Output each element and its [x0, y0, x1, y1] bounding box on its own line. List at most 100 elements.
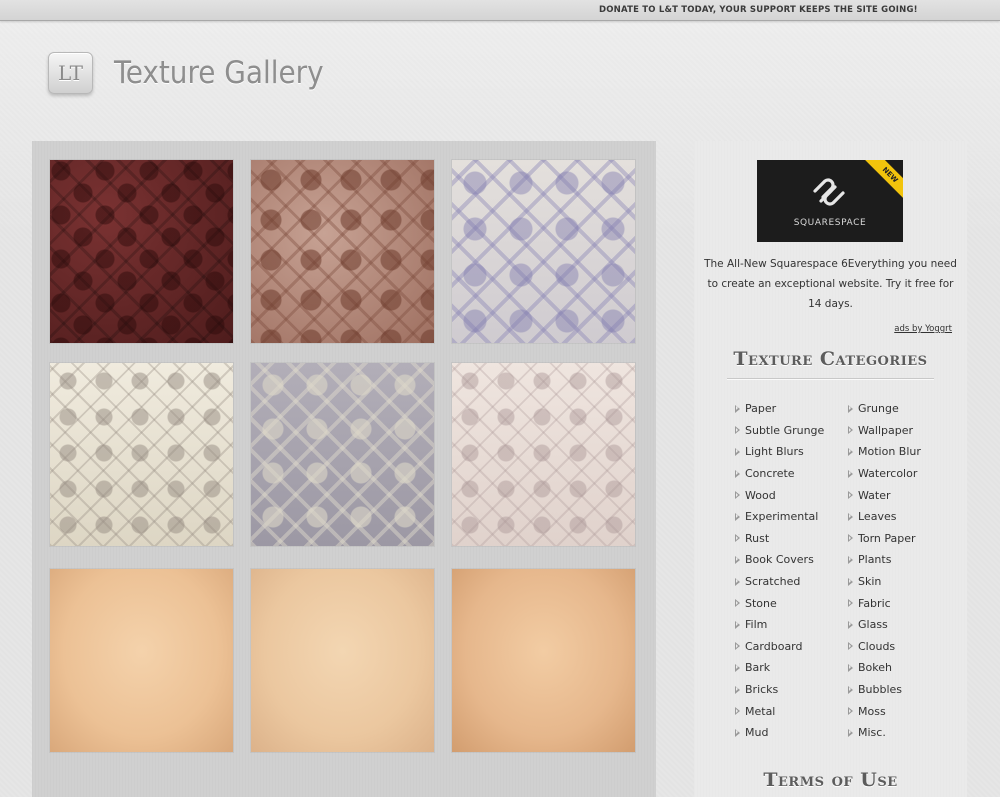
texture-thumbnail-aged-paper-light[interactable] — [251, 569, 434, 752]
category-item-glass[interactable]: Glass — [848, 614, 921, 636]
texture-thumbnail-dark-red-damask[interactable] — [50, 160, 233, 343]
squarespace-ad-banner[interactable]: SQUARESPACE NEW — [757, 160, 903, 242]
triangle-bullet-icon — [848, 491, 853, 500]
category-link[interactable]: Moss — [858, 705, 886, 718]
category-item-paper[interactable]: Paper — [735, 398, 824, 420]
triangle-bullet-icon — [848, 707, 853, 716]
triangle-bullet-icon — [848, 642, 853, 651]
category-list-left: Paper Subtle Grunge Light Blurs Concrete Woo… — [735, 398, 824, 744]
category-item-rust[interactable]: Rust — [735, 528, 824, 550]
triangle-bullet-icon — [848, 685, 853, 694]
category-item-subtle-grunge[interactable]: Subtle Grunge — [735, 420, 824, 442]
texture-thumbnail-lavender-damask[interactable] — [452, 160, 635, 343]
ads-by-link[interactable]: ads by Yoggrt — [894, 324, 952, 334]
category-item-clouds[interactable]: Clouds — [848, 636, 921, 658]
category-item-concrete[interactable]: Concrete — [735, 463, 824, 485]
category-item-bricks[interactable]: Bricks — [735, 679, 824, 701]
category-link[interactable]: Book Covers — [745, 553, 814, 566]
category-item-book-covers[interactable]: Book Covers — [735, 549, 824, 571]
category-link[interactable]: Subtle Grunge — [745, 424, 824, 437]
texture-thumbnail-cream-grey-damask[interactable] — [50, 363, 233, 546]
triangle-bullet-icon — [735, 577, 740, 586]
ad-description[interactable]: The All-New Squarespace 6Everything you … — [702, 254, 959, 314]
category-link[interactable]: Water — [858, 489, 891, 502]
category-item-scratched[interactable]: Scratched — [735, 571, 824, 593]
heading-divider — [727, 378, 934, 379]
triangle-bullet-icon — [735, 707, 740, 716]
category-link[interactable]: Misc. — [858, 726, 886, 739]
texture-thumbnail-grey-violet-damask[interactable] — [251, 363, 434, 546]
texture-thumbnail-rose-brown-damask[interactable] — [251, 160, 434, 343]
category-item-torn-paper[interactable]: Torn Paper — [848, 528, 921, 550]
category-link[interactable]: Scratched — [745, 575, 800, 588]
category-item-film[interactable]: Film — [735, 614, 824, 636]
category-item-leaves[interactable]: Leaves — [848, 506, 921, 528]
category-link[interactable]: Wood — [745, 489, 776, 502]
category-list-right: Grunge Wallpaper Motion Blur Watercolor Wate… — [848, 398, 921, 744]
texture-thumbnail-aged-paper-peach[interactable] — [50, 569, 233, 752]
sidebar: SQUARESPACE NEW The All-New Squarespace … — [694, 141, 967, 797]
triangle-bullet-icon — [735, 620, 740, 629]
category-item-misc[interactable]: Misc. — [848, 722, 921, 744]
triangle-bullet-icon — [735, 426, 740, 435]
category-link[interactable]: Leaves — [858, 510, 896, 523]
donate-link[interactable]: DONATE TO L&T TODAY, YOUR SUPPORT KEEPS … — [599, 5, 918, 15]
triangle-bullet-icon — [735, 728, 740, 737]
category-item-grunge[interactable]: Grunge — [848, 398, 921, 420]
category-link[interactable]: Fabric — [858, 597, 891, 610]
triangle-bullet-icon — [848, 469, 853, 478]
category-item-bark[interactable]: Bark — [735, 657, 824, 679]
triangle-bullet-icon — [735, 685, 740, 694]
category-item-skin[interactable]: Skin — [848, 571, 921, 593]
category-item-motion-blur[interactable]: Motion Blur — [848, 441, 921, 463]
category-link[interactable]: Cardboard — [745, 640, 803, 653]
category-link[interactable]: Stone — [745, 597, 777, 610]
triangle-bullet-icon — [848, 426, 853, 435]
category-link[interactable]: Light Blurs — [745, 445, 804, 458]
category-item-wood[interactable]: Wood — [735, 484, 824, 506]
category-link[interactable]: Clouds — [858, 640, 895, 653]
category-link[interactable]: Motion Blur — [858, 445, 921, 458]
page-title[interactable]: Texture Gallery — [114, 55, 324, 91]
category-item-metal[interactable]: Metal — [735, 700, 824, 722]
category-link[interactable]: Watercolor — [858, 467, 917, 480]
category-item-plants[interactable]: Plants — [848, 549, 921, 571]
category-link[interactable]: Wallpaper — [858, 424, 913, 437]
triangle-bullet-icon — [735, 491, 740, 500]
site-logo[interactable]: LT — [48, 52, 93, 94]
category-link[interactable]: Metal — [745, 705, 775, 718]
category-item-wallpaper[interactable]: Wallpaper — [848, 420, 921, 442]
texture-thumbnail-aged-paper-tan[interactable] — [452, 569, 635, 752]
category-item-moss[interactable]: Moss — [848, 700, 921, 722]
category-link[interactable]: Grunge — [858, 402, 899, 415]
category-link[interactable]: Experimental — [745, 510, 818, 523]
category-item-stone[interactable]: Stone — [735, 592, 824, 614]
category-item-experimental[interactable]: Experimental — [735, 506, 824, 528]
category-item-bubbles[interactable]: Bubbles — [848, 679, 921, 701]
category-item-light-blurs[interactable]: Light Blurs — [735, 441, 824, 463]
category-item-bokeh[interactable]: Bokeh — [848, 657, 921, 679]
triangle-bullet-icon — [848, 663, 853, 672]
category-link[interactable]: Film — [745, 618, 767, 631]
category-item-fabric[interactable]: Fabric — [848, 592, 921, 614]
category-item-water[interactable]: Water — [848, 484, 921, 506]
category-link[interactable]: Concrete — [745, 467, 795, 480]
category-item-cardboard[interactable]: Cardboard — [735, 636, 824, 658]
texture-categories-heading: Texture Categories — [733, 348, 928, 370]
category-link[interactable]: Bokeh — [858, 661, 892, 674]
category-link[interactable]: Bark — [745, 661, 770, 674]
category-item-mud[interactable]: Mud — [735, 722, 824, 744]
category-link[interactable]: Paper — [745, 402, 776, 415]
category-item-watercolor[interactable]: Watercolor — [848, 463, 921, 485]
category-link[interactable]: Plants — [858, 553, 891, 566]
triangle-bullet-icon — [848, 512, 853, 521]
category-link[interactable]: Bricks — [745, 683, 778, 696]
category-link[interactable]: Torn Paper — [858, 532, 916, 545]
texture-thumbnail-pale-pink-damask[interactable] — [452, 363, 635, 546]
category-link[interactable]: Glass — [858, 618, 888, 631]
triangle-bullet-icon — [735, 512, 740, 521]
category-link[interactable]: Rust — [745, 532, 769, 545]
category-link[interactable]: Mud — [745, 726, 768, 739]
category-link[interactable]: Skin — [858, 575, 881, 588]
category-link[interactable]: Bubbles — [858, 683, 902, 696]
